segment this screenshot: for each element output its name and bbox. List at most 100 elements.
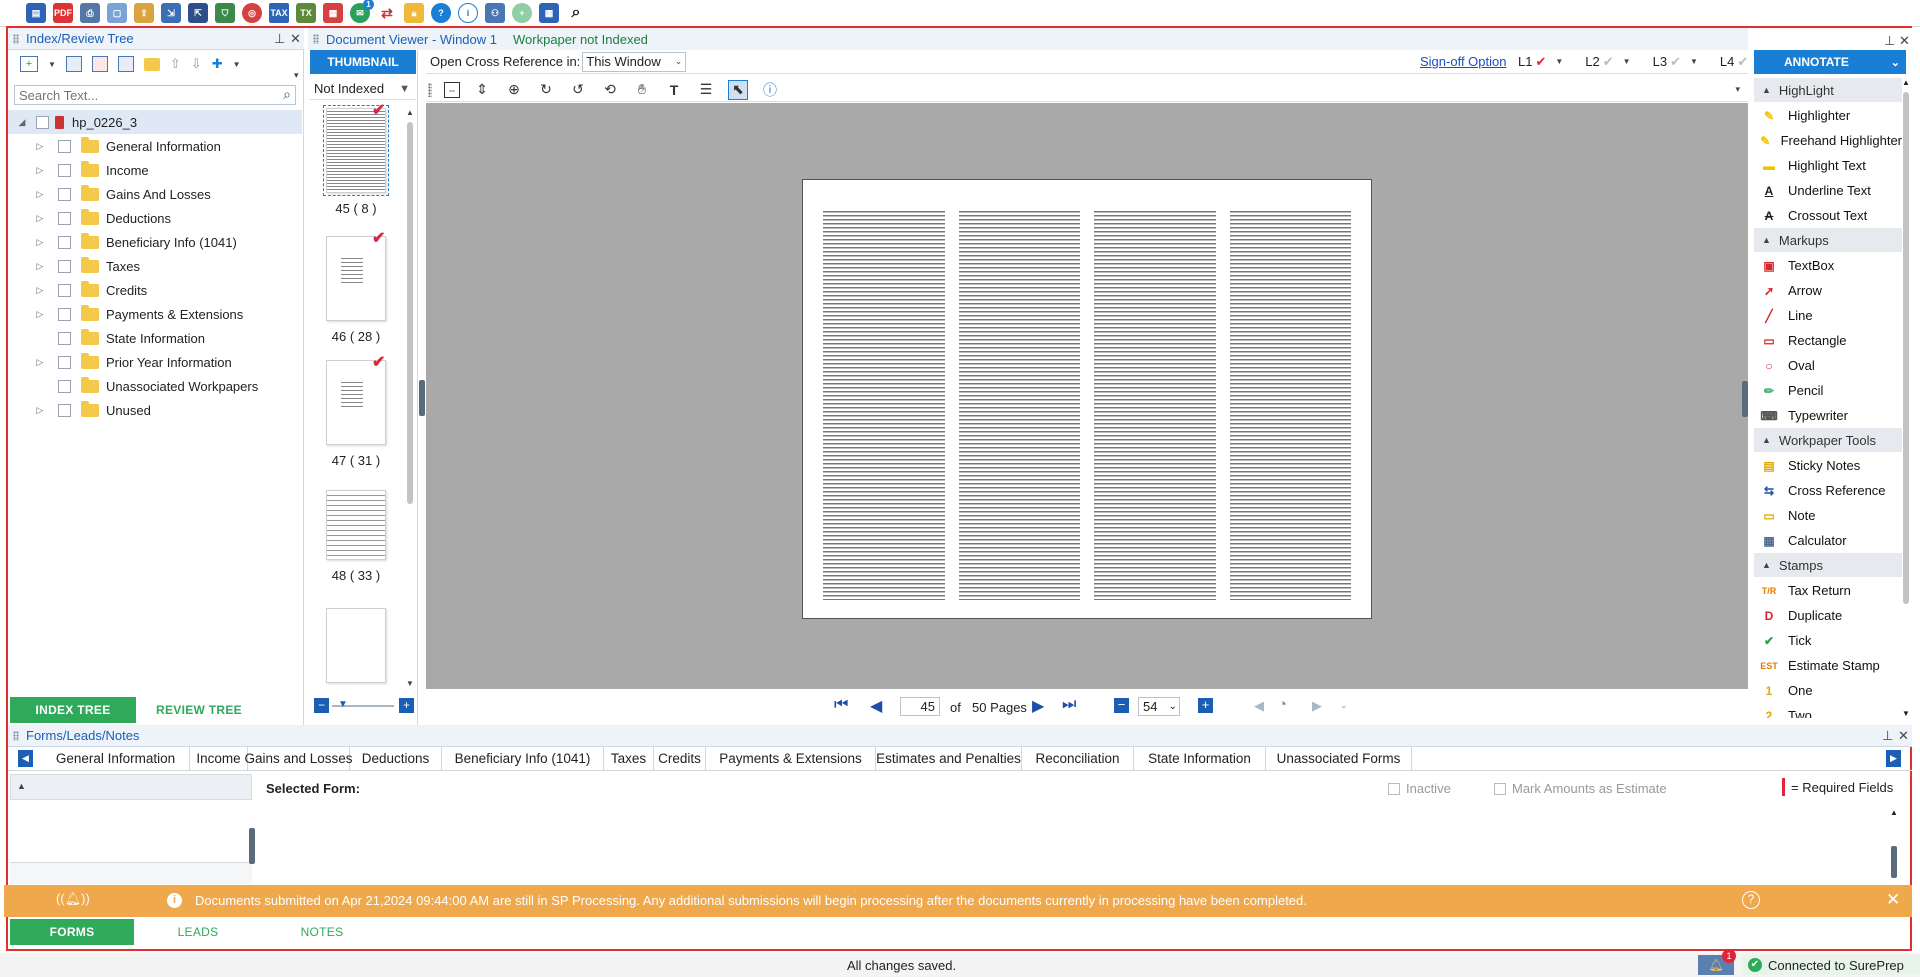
nav-overflow-icon[interactable]: ⌄: [1340, 700, 1348, 711]
help-icon[interactable]: ?: [431, 3, 451, 23]
export-icon[interactable]: ⇪: [134, 3, 154, 23]
root-checkbox[interactable]: [36, 115, 49, 129]
delete-node-icon[interactable]: [91, 56, 108, 72]
expand-icon[interactable]: ▷: [34, 189, 46, 200]
signoff-level[interactable]: L3 ✔ ▼: [1653, 54, 1698, 70]
pdf-icon[interactable]: PDF: [53, 3, 73, 23]
form-tab[interactable]: Deductions: [350, 747, 442, 770]
tab-index-tree[interactable]: INDEX TREE: [10, 697, 136, 723]
expand-icon[interactable]: ▷: [34, 165, 46, 176]
dropdown-icon[interactable]: ▼: [48, 60, 56, 69]
plus-circle-icon[interactable]: +: [512, 3, 532, 23]
info-icon[interactable]: i: [458, 3, 478, 23]
thumbnail-page[interactable]: [326, 236, 386, 321]
thumbnail-page[interactable]: [323, 105, 389, 196]
form-tab[interactable]: Estimates and Penalties: [876, 747, 1022, 770]
zoom-in-icon[interactable]: +: [399, 698, 414, 713]
scroll-down-icon[interactable]: ▼: [1902, 709, 1910, 718]
signoff-link[interactable]: Sign-off Option: [1420, 54, 1506, 69]
stamp-icon[interactable]: ⛉: [215, 3, 235, 23]
search-box[interactable]: ⌕: [14, 85, 296, 105]
tax-file-icon[interactable]: ⇲: [161, 3, 181, 23]
scroll-up-icon[interactable]: ▲: [406, 108, 414, 117]
expand-icon[interactable]: ▷: [34, 261, 46, 272]
next-page-icon[interactable]: ▶: [1032, 696, 1044, 716]
annotate-tool[interactable]: ▬ Highlight Text: [1754, 153, 1902, 178]
scroll-up-icon[interactable]: ▲: [1890, 808, 1898, 817]
scroll-thumb[interactable]: [1903, 92, 1909, 604]
move-down-icon[interactable]: ⇩: [191, 56, 202, 72]
tree-item[interactable]: Unassociated Workpapers: [34, 374, 258, 398]
tree-item-checkbox[interactable]: [58, 283, 71, 297]
search-icon[interactable]: ⌕: [283, 86, 291, 103]
expand-icon[interactable]: ▷: [34, 405, 46, 416]
expand-icon[interactable]: ▷: [34, 357, 46, 368]
tree-item-checkbox[interactable]: [58, 259, 71, 273]
form-tab[interactable]: Taxes: [604, 747, 654, 770]
fit-width-icon[interactable]: ⇕: [472, 80, 492, 100]
add-folder-icon[interactable]: [65, 56, 82, 72]
expand-icon[interactable]: ▷: [34, 237, 46, 248]
annotate-tool[interactable]: ⌨ Typewriter: [1754, 403, 1902, 428]
history-icon[interactable]: ◔: [1278, 696, 1287, 713]
thumbnail-tab[interactable]: THUMBNAIL: [310, 50, 416, 74]
pin-icon[interactable]: ⊥: [1882, 728, 1893, 744]
document-icon[interactable]: ▢: [107, 3, 127, 23]
tree-item[interactable]: ▷ Prior Year Information: [34, 350, 232, 374]
annotate-tool[interactable]: ╱ Line: [1754, 303, 1902, 328]
rotate-reset-icon[interactable]: ⟲: [600, 80, 620, 100]
expand-icon[interactable]: ▷: [34, 285, 46, 296]
thumbnail-scrollbar[interactable]: ▲ ▼: [406, 108, 414, 688]
globe-icon[interactable]: ◎: [242, 3, 262, 23]
more-dropdown-icon[interactable]: ▼: [233, 60, 241, 69]
tab-notes[interactable]: NOTES: [260, 919, 384, 945]
annotate-tool[interactable]: A Crossout Text: [1754, 203, 1902, 228]
grid-icon[interactable]: ▦: [539, 3, 559, 23]
info-check-icon[interactable]: ⓘ: [760, 80, 780, 100]
expand-icon[interactable]: ▷: [34, 141, 46, 152]
document-page[interactable]: [802, 179, 1372, 619]
thumbnail-page[interactable]: [326, 360, 386, 445]
right-collapse-handle[interactable]: [1891, 846, 1897, 878]
tabs-next-icon[interactable]: ▶: [1886, 750, 1901, 767]
tree-item[interactable]: ▷ Payments & Extensions: [34, 302, 243, 326]
select-tool-icon[interactable]: ⬉: [728, 79, 748, 100]
annotate-tool[interactable]: 2 Two: [1754, 703, 1902, 718]
expand-icon[interactable]: ▷: [34, 309, 46, 320]
annotate-tool[interactable]: ○ Oval: [1754, 353, 1902, 378]
form-tab[interactable]: Income: [190, 747, 248, 770]
expand-icon[interactable]: ✚: [212, 56, 223, 72]
collapse-icon[interactable]: ◢: [16, 117, 28, 128]
annotate-tool[interactable]: A Underline Text: [1754, 178, 1902, 203]
tree-item[interactable]: ▷ Unused: [34, 398, 151, 422]
pan-hand-icon[interactable]: ✋︎: [632, 80, 652, 100]
collapse-icon[interactable]: ▲: [1762, 560, 1771, 570]
tab-forms[interactable]: FORMS: [10, 919, 134, 945]
annotate-section[interactable]: ▲ HighLight: [1754, 78, 1902, 102]
scroll-up-icon[interactable]: ▲: [1902, 78, 1910, 87]
bell-button[interactable]: 🔔︎ 1: [1698, 949, 1736, 975]
annotate-tool[interactable]: ⇆ Cross Reference: [1754, 478, 1902, 503]
drag-grip-icon[interactable]: [13, 731, 19, 741]
collapse-icon[interactable]: ▲: [1762, 435, 1771, 445]
print-icon[interactable]: ⎙: [80, 3, 100, 23]
tax-document-icon[interactable]: TX: [296, 3, 316, 23]
toolbar-overflow-icon[interactable]: ▾: [1735, 84, 1740, 95]
chevron-down-icon[interactable]: ▼: [1690, 57, 1698, 66]
tree-item[interactable]: ▷ Beneficiary Info (1041): [34, 230, 237, 254]
tree-item-checkbox[interactable]: [58, 211, 71, 225]
calendar-icon[interactable]: ▦: [323, 3, 343, 23]
form-tab[interactable]: Gains and Losses: [244, 747, 353, 770]
tree-item[interactable]: ▷ Income: [34, 158, 149, 182]
annotate-tool[interactable]: ✎ Highlighter: [1754, 103, 1902, 128]
close-icon[interactable]: ✕: [1898, 728, 1909, 744]
collapse-icon[interactable]: ▲: [1762, 85, 1771, 95]
annotate-scrollbar[interactable]: ▲ ▼: [1902, 78, 1910, 718]
zoom-out-icon[interactable]: −: [314, 698, 329, 713]
tree-root[interactable]: ◢ hp_0226_3: [8, 110, 302, 134]
tree-item-checkbox[interactable]: [58, 403, 71, 417]
tab-leads[interactable]: LEADS: [136, 919, 260, 945]
thumbnail-page[interactable]: [326, 608, 386, 683]
expand-icon[interactable]: ▷: [34, 213, 46, 224]
tabs-prev-icon[interactable]: ◀: [18, 750, 33, 767]
